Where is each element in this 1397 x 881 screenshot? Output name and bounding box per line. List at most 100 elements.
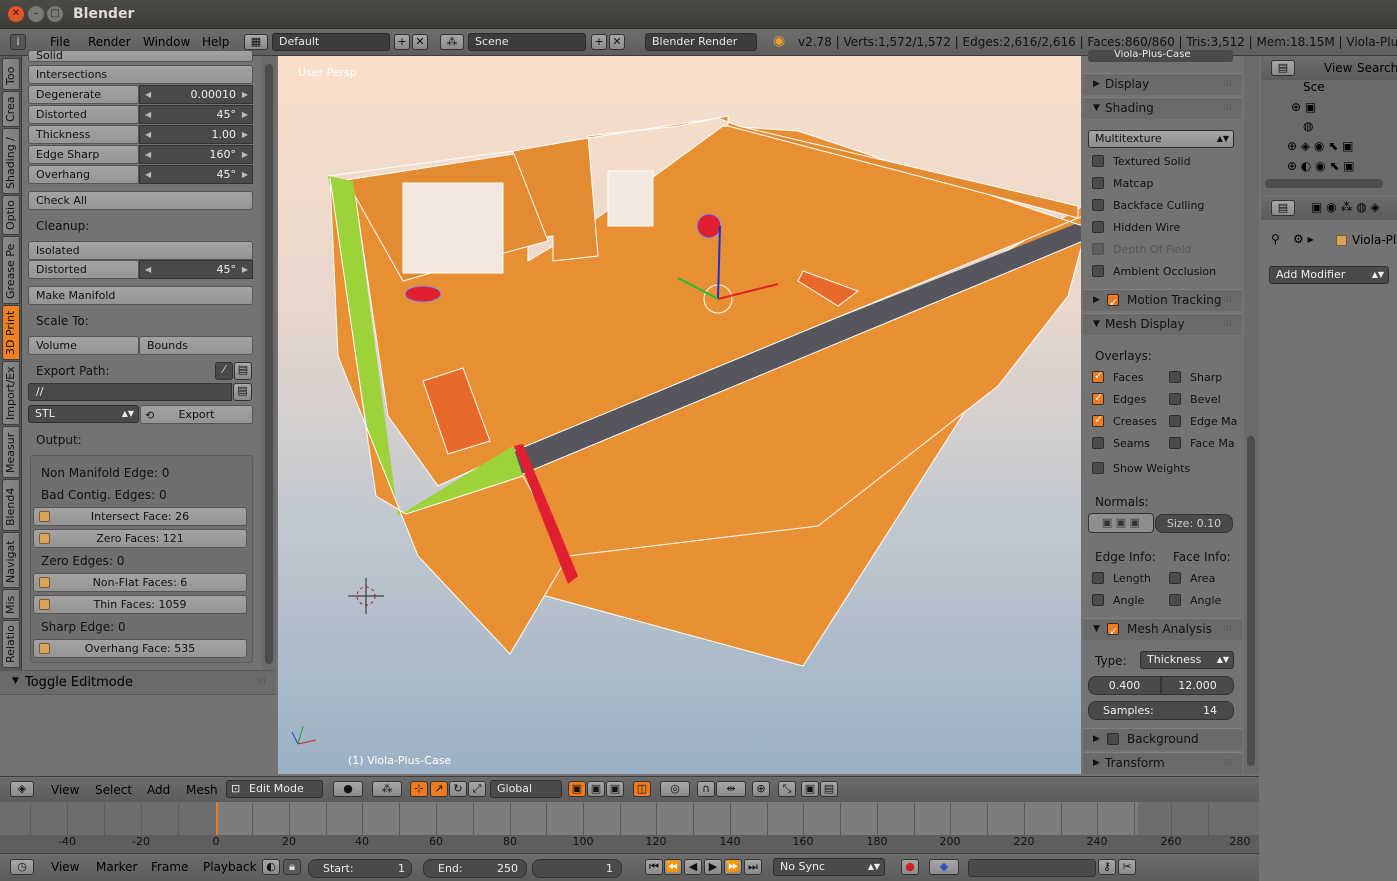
3d-viewport[interactable]: User Persp (1) Viola-Plus-Case <box>278 56 1081 774</box>
degenerate-field[interactable]: ◀ 0.00010 ▶ <box>139 85 253 104</box>
select-menu[interactable]: Select <box>95 783 132 797</box>
folder-icon[interactable]: ▤ <box>234 362 252 380</box>
editor-type-icon[interactable]: ◈ <box>10 781 34 797</box>
scale-icon[interactable]: ⤢ <box>468 781 486 797</box>
playback-menu[interactable]: Playback <box>203 860 257 874</box>
sync-mode-select[interactable]: No Sync ▲▼ <box>773 858 885 876</box>
edge-angle-checkbox[interactable] <box>1092 594 1104 606</box>
jump-keyframe-forward-icon[interactable]: ⏩ <box>724 859 742 875</box>
rotate-icon[interactable]: ↻ <box>449 781 467 797</box>
view-menu[interactable]: View <box>51 783 79 797</box>
render-engine-select[interactable]: Blender Render <box>645 33 757 51</box>
snap-icon[interactable]: ∩ <box>697 781 715 797</box>
make-manifold-button[interactable]: Make Manifold <box>28 286 253 305</box>
jump-end-icon[interactable]: ⏭ <box>744 859 762 875</box>
info-editor-icon[interactable]: i <box>10 34 26 50</box>
add-scene-icon[interactable]: + <box>591 34 607 50</box>
depth-of-field-checkbox[interactable] <box>1092 243 1104 255</box>
snap-target-icon[interactable]: ⊕ <box>752 781 770 797</box>
distorted-field[interactable]: ◀ 45° ▶ <box>139 105 253 124</box>
overhang-field[interactable]: ◀ 45° ▶ <box>139 165 253 184</box>
maximize-icon[interactable]: □ <box>47 6 63 22</box>
record-icon[interactable]: ● <box>901 859 919 875</box>
jump-keyframe-back-icon[interactable]: ⏪ <box>664 859 682 875</box>
check-thickness-button[interactable]: Thickness <box>28 125 139 144</box>
current-frame-field[interactable]: 1 <box>532 859 622 878</box>
export-button[interactable]: ⟲ Export <box>140 405 253 424</box>
add-modifier-select[interactable]: Add Modifier ▲▼ <box>1269 266 1389 284</box>
outliner-editor-icon[interactable]: ▤ <box>1271 60 1295 76</box>
limit-selection-icon[interactable]: ◫ <box>633 781 651 797</box>
face-marks-checkbox[interactable] <box>1169 437 1181 449</box>
render-layers-icon[interactable]: ⊕ ▣ <box>1291 100 1316 114</box>
preview-range-icon[interactable]: ◐ <box>262 859 280 875</box>
lock-icon[interactable]: 🔒︎ <box>283 859 301 875</box>
face-area-checkbox[interactable] <box>1169 572 1181 584</box>
ambient-occlusion-checkbox[interactable] <box>1092 265 1104 277</box>
face-select-icon[interactable]: ▣ <box>606 781 624 797</box>
insert-keyframe-icon[interactable]: ⚷ <box>1098 859 1116 875</box>
check-distorted-button[interactable]: Distorted <box>28 105 139 124</box>
edge-length-checkbox[interactable] <box>1092 572 1104 584</box>
tab-create[interactable]: Crea <box>2 91 20 127</box>
add-menu[interactable]: Add <box>147 783 170 797</box>
check-intersections-button[interactable]: Intersections <box>28 65 253 84</box>
thickness-field[interactable]: ◀ 1.00 ▶ <box>139 125 253 144</box>
normals-size-field[interactable]: Size: 0.10 <box>1155 514 1233 533</box>
viewport-shading-select[interactable]: ● <box>333 781 363 797</box>
remove-scene-icon[interactable]: ✕ <box>609 34 625 50</box>
show-weights-checkbox[interactable] <box>1092 462 1104 474</box>
motion-tracking-checkbox[interactable] <box>1107 292 1119 313</box>
object-name-field[interactable]: Viola-Plus-Case <box>1088 50 1233 62</box>
analysis-type-select[interactable]: Thickness ▲▼ <box>1140 651 1234 669</box>
screen-layout-field[interactable]: Default <box>272 33 390 51</box>
proportional-edit-icon[interactable]: ◎ <box>660 781 690 797</box>
translate-icon[interactable]: ↗ <box>430 781 448 797</box>
menu-file[interactable]: File <box>50 35 70 49</box>
vertex-select-icon[interactable]: ▣ <box>568 781 586 797</box>
creases-checkbox[interactable] <box>1092 413 1104 427</box>
tab-shading[interactable]: Shading / <box>2 128 20 194</box>
shading-mode-select[interactable]: Multitexture ▲▼ <box>1088 130 1234 148</box>
pin-icon[interactable]: ⚲ <box>1271 232 1280 246</box>
toggle-editmode-header[interactable]: ▼ Toggle Editmode ⁞⁞⁞ <box>0 671 276 695</box>
tab-tools[interactable]: Too <box>2 58 20 90</box>
menu-window[interactable]: Window <box>143 35 190 49</box>
background-images-panel-header[interactable]: ▶Background Images <box>1083 728 1242 767</box>
textured-solid-checkbox[interactable] <box>1092 155 1104 167</box>
edge-select-icon[interactable]: ▣ <box>587 781 605 797</box>
minimize-icon[interactable]: – <box>28 6 44 22</box>
samples-field[interactable]: Samples: 14 <box>1088 701 1234 720</box>
keying-set-field[interactable] <box>968 859 1096 877</box>
play-reverse-icon[interactable]: ◀ <box>684 859 702 875</box>
screen-layout-icon[interactable]: ▦ <box>244 34 268 50</box>
tab-measure[interactable]: Measur <box>2 426 20 478</box>
timeline-area[interactable] <box>0 802 1259 853</box>
edge-sharp-field[interactable]: ◀ 160° ▶ <box>139 145 253 164</box>
sharp-checkbox[interactable] <box>1169 371 1181 383</box>
zero-faces-button[interactable]: Zero Faces: 121 <box>33 529 247 548</box>
shading-panel-header[interactable]: ▼ Shading ⁞⁞⁞ <box>1083 97 1242 119</box>
transform-orientations-panel-header[interactable]: ▶Transform Orientations⁞⁞⁞ <box>1083 752 1242 791</box>
mesh-analysis-panel-header[interactable]: ▼Mesh Analysis⁞⁞⁞ <box>1083 618 1242 642</box>
lamp-row-icons[interactable]: ⊕ ◐ ◉ ⬉ ▣ <box>1287 159 1355 173</box>
analysis-max-field[interactable]: 12.000 <box>1161 676 1234 695</box>
start-frame-field[interactable]: Start: 1 <box>308 859 412 878</box>
remove-layout-icon[interactable]: ✕ <box>412 34 428 50</box>
cleanup-distorted-field[interactable]: ◀ 45° ▶ <box>139 260 253 279</box>
tab-blend4[interactable]: Blend4 <box>2 479 20 531</box>
non-flat-faces-button[interactable]: Non-Flat Faces: 6 <box>33 573 247 592</box>
camera-row-icons[interactable]: ⊕ ◈ ◉ ⬉ ▣ <box>1287 139 1353 153</box>
marker-menu[interactable]: Marker <box>96 860 137 874</box>
faces-checkbox[interactable] <box>1092 369 1104 383</box>
edge-marks-checkbox[interactable] <box>1169 415 1181 427</box>
property-editor-icon[interactable]: ▤ <box>1271 200 1295 216</box>
intersect-face-button[interactable]: Intersect Face: 26 <box>33 507 247 526</box>
tab-relations[interactable]: Relatio <box>2 620 20 668</box>
background-images-checkbox[interactable] <box>1107 733 1119 745</box>
thin-faces-button[interactable]: Thin Faces: 1059 <box>33 595 247 614</box>
timeline-editor-icon[interactable]: ◷ <box>10 859 34 875</box>
check-edge-sharp-button[interactable]: Edge Sharp <box>28 145 139 164</box>
add-layout-icon[interactable]: + <box>394 34 410 50</box>
properties-scrollbar[interactable] <box>1244 56 1259 774</box>
